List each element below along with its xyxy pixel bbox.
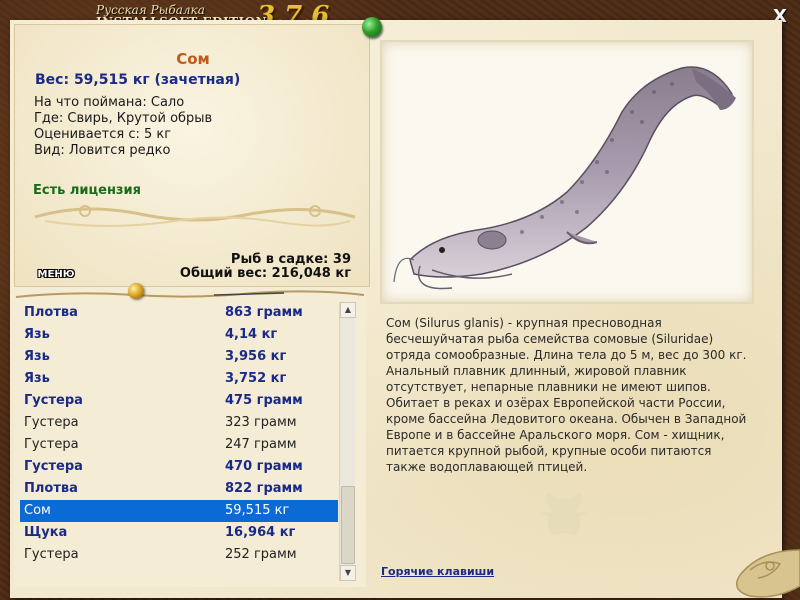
catch-fish-name: Густера — [24, 393, 83, 408]
catch-fish-name: Язь — [24, 349, 50, 364]
catch-fish-name: Язь — [24, 327, 50, 342]
catfish-image — [393, 66, 736, 290]
catch-fish-weight: 863 грамм — [225, 305, 303, 320]
catch-fish-name: Густера — [24, 437, 79, 452]
catch-fish-name: Щука — [24, 525, 68, 540]
catch-list-row[interactable]: Сом 59,515 кг — [20, 500, 338, 522]
catch-list-row[interactable]: Густера 252 грамм — [20, 544, 338, 566]
catch-fish-weight: 3,956 кг — [225, 349, 287, 364]
list-top-rope — [15, 290, 365, 298]
keepnet-total-weight: Общий вес: 216,048 кг — [179, 266, 351, 281]
catch-fish-weight: 252 грамм — [225, 547, 297, 562]
catch-list-row[interactable]: Язь 3,956 кг — [20, 346, 338, 368]
fish-description: Сом (Silurus glanis) - крупная пресновод… — [386, 316, 747, 474]
catch-fish-weight: 4,14 кг — [225, 327, 278, 342]
fish-image-frame — [380, 40, 754, 304]
fish-info-panel: Сом Вес: 59,515 кг (зачетная) На что пой… — [14, 24, 370, 287]
fish-weight: Вес: 59,515 кг (зачетная) — [35, 72, 241, 88]
catch-fish-weight: 16,964 кг — [225, 525, 296, 540]
green-pin-icon — [362, 17, 382, 37]
scroll-thumb[interactable] — [341, 486, 355, 564]
catch-list-scrollbar[interactable]: ▲ ▼ — [339, 302, 356, 581]
catch-list-row[interactable]: Густера 247 грамм — [20, 434, 338, 456]
hotkeys-link[interactable]: Горячие клавиши — [381, 565, 494, 578]
catch-list-row[interactable]: Язь 3,752 кг — [20, 368, 338, 390]
scroll-down-button[interactable]: ▼ — [340, 565, 356, 581]
catch-fish-name: Язь — [24, 371, 50, 386]
catch-fish-weight: 323 грамм — [225, 415, 297, 430]
catch-fish-weight: 475 грамм — [225, 393, 303, 408]
catch-fish-name: Густера — [24, 415, 79, 430]
catch-fish-name: Густера — [24, 459, 83, 474]
ornament-divider — [34, 205, 356, 227]
catch-fish-name: Плотва — [24, 481, 78, 496]
catch-list[interactable]: Плотва 863 грамм Язь 4,14 кг Язь 3,956 кг Язь 3… — [20, 302, 338, 582]
catch-fish-weight: 3,752 кг — [225, 371, 287, 386]
keepnet-count: Рыб в садке: 39 — [230, 252, 351, 267]
catch-list-row[interactable]: Щука 16,964 кг — [20, 522, 338, 544]
catch-list-row[interactable]: Густера 475 грамм — [20, 390, 338, 412]
catch-list-row[interactable]: Плотва 863 грамм — [20, 302, 338, 324]
gold-pin-icon — [128, 283, 144, 299]
catch-fish-weight: 247 грамм — [225, 437, 297, 452]
fish-min-weight: Оценивается с: 5 кг — [34, 127, 172, 142]
fish-rarity: Вид: Ловится редко — [34, 143, 171, 158]
catch-list-row[interactable]: Язь 4,14 кг — [20, 324, 338, 346]
catch-fish-name: Густера — [24, 547, 79, 562]
catch-fish-name: Плотва — [24, 305, 78, 320]
catch-list-row[interactable]: Густера 323 грамм — [20, 412, 338, 434]
menu-button[interactable]: МЕНЮ — [33, 267, 79, 283]
catfish-silhouette-icon — [539, 492, 589, 536]
catch-fish-weight: 59,515 кг — [225, 503, 290, 518]
page-curl-ornament — [735, 549, 800, 598]
scroll-up-button[interactable]: ▲ — [340, 302, 356, 318]
fish-location: Где: Свирь, Крутой обрыв — [34, 111, 213, 126]
catch-list-row[interactable]: Густера 470 грамм — [20, 456, 338, 478]
license-status: Есть лицензия — [33, 183, 141, 198]
catch-fish-weight: 470 грамм — [225, 459, 303, 474]
catch-fish-name: Сом — [24, 503, 51, 518]
catch-list-row[interactable]: Плотва 822 грамм — [20, 478, 338, 500]
catch-fish-weight: 822 грамм — [225, 481, 303, 496]
fish-bait: На что поймана: Сало — [34, 95, 185, 110]
fish-name: Сом — [176, 50, 210, 68]
